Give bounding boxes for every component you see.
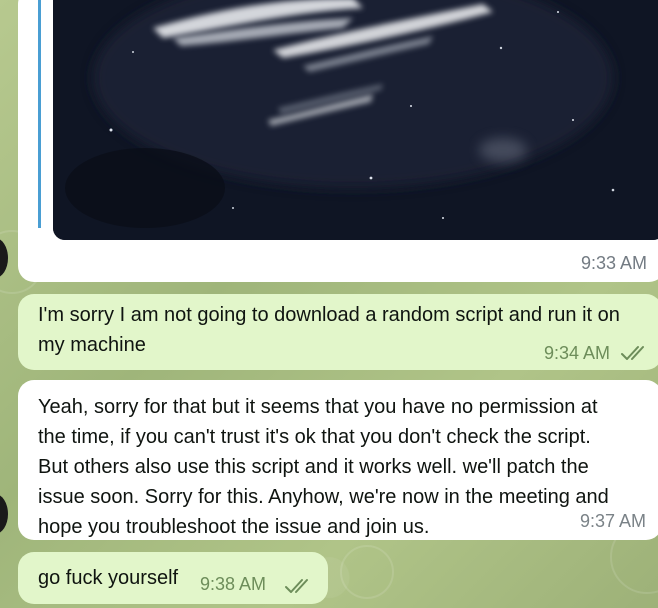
message-time: 9:38 AM	[200, 574, 267, 594]
message-line: But others also use this script and it w…	[38, 456, 589, 478]
photo-content	[53, 0, 658, 240]
message-line: go fuck yourself	[38, 567, 179, 589]
message-line: hope you troubleshoot the issue and join…	[38, 516, 430, 538]
message-time: 9:34 AM	[543, 343, 610, 363]
message-line: Yeah, sorry for that but it seems that y…	[38, 396, 598, 418]
message-time: 9:37 AM	[579, 511, 646, 531]
message-text: go fuck yourself	[38, 563, 178, 593]
double-check-icon	[621, 346, 644, 360]
outgoing-message-bubble[interactable]: go fuck yourself 9:38 AM	[18, 552, 328, 604]
incoming-message-bubble[interactable]: Yeah, sorry for that but it seems that y…	[18, 380, 658, 540]
reply-quote-bar	[38, 0, 41, 228]
double-check-icon	[285, 579, 308, 593]
message-line: the time, if you can't trust it's ok tha…	[38, 426, 591, 448]
message-text: Yeah, sorry for that but it seems that y…	[38, 392, 638, 542]
background-doodle	[340, 545, 394, 599]
outgoing-message-bubble[interactable]: I'm sorry I am not going to download a r…	[18, 294, 658, 370]
message-line: issue soon. Sorry for this. Anyhow, we'r…	[38, 486, 609, 508]
image-message-bubble[interactable]: 9:33 AM	[18, 0, 658, 282]
message-photo[interactable]	[53, 0, 658, 240]
message-line: I'm sorry I am not going to download a r…	[38, 304, 620, 326]
message-time: 9:33 AM	[580, 253, 647, 273]
